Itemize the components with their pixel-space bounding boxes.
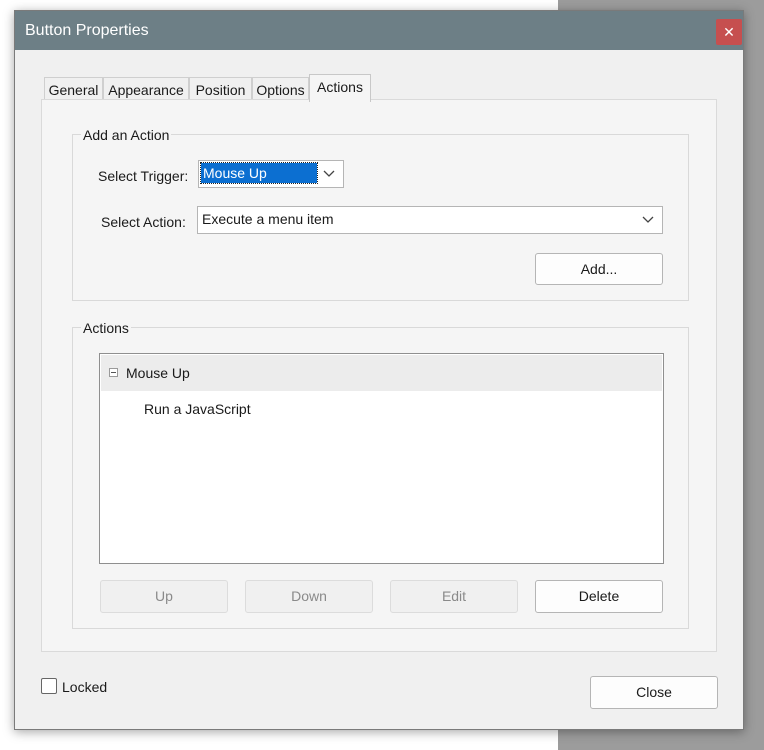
- close-button[interactable]: Close: [590, 676, 718, 709]
- locked-checkbox[interactable]: [41, 678, 57, 694]
- actions-legend: Actions: [81, 320, 131, 336]
- actions-group: Actions Mouse Up Run a JavaScript Up Dow…: [72, 320, 689, 629]
- actions-tab-panel: Add an Action Select Trigger: Mouse Up S…: [41, 99, 717, 652]
- tree-node-mouse-up[interactable]: Mouse Up: [101, 355, 662, 391]
- dialog-title: Button Properties: [25, 22, 149, 39]
- add-action-group: Add an Action Select Trigger: Mouse Up S…: [72, 127, 689, 301]
- tab-appearance[interactable]: Appearance: [103, 77, 189, 101]
- title-bar: Button Properties ✕: [15, 11, 743, 50]
- add-action-legend: Add an Action: [81, 127, 172, 143]
- close-icon[interactable]: ✕: [716, 19, 742, 45]
- actions-tree-list[interactable]: Mouse Up Run a JavaScript: [99, 353, 664, 564]
- down-button[interactable]: Down: [245, 580, 373, 613]
- select-action-label: Select Action:: [101, 214, 186, 230]
- select-action-dropdown[interactable]: Execute a menu item: [197, 206, 663, 234]
- chevron-down-icon: [323, 170, 335, 177]
- tab-actions[interactable]: Actions: [309, 74, 371, 102]
- chevron-down-icon: [642, 216, 654, 223]
- tree-collapse-icon[interactable]: [109, 368, 118, 377]
- tree-node-label: Mouse Up: [126, 365, 190, 381]
- button-properties-dialog: Button Properties ✕ General Appearance P…: [14, 10, 744, 730]
- select-trigger-label: Select Trigger:: [98, 168, 189, 184]
- edit-button[interactable]: Edit: [390, 580, 518, 613]
- select-action-value: Execute a menu item: [202, 211, 334, 227]
- delete-button[interactable]: Delete: [535, 580, 663, 613]
- locked-label[interactable]: Locked: [62, 679, 107, 695]
- select-trigger-dropdown[interactable]: Mouse Up: [198, 160, 344, 188]
- select-trigger-value: Mouse Up: [200, 162, 318, 184]
- tab-position[interactable]: Position: [189, 77, 252, 101]
- tree-child-action[interactable]: Run a JavaScript: [144, 401, 251, 417]
- tab-general[interactable]: General: [44, 77, 103, 101]
- up-button[interactable]: Up: [100, 580, 228, 613]
- add-action-button[interactable]: Add...: [535, 253, 663, 285]
- tab-options[interactable]: Options: [252, 77, 309, 101]
